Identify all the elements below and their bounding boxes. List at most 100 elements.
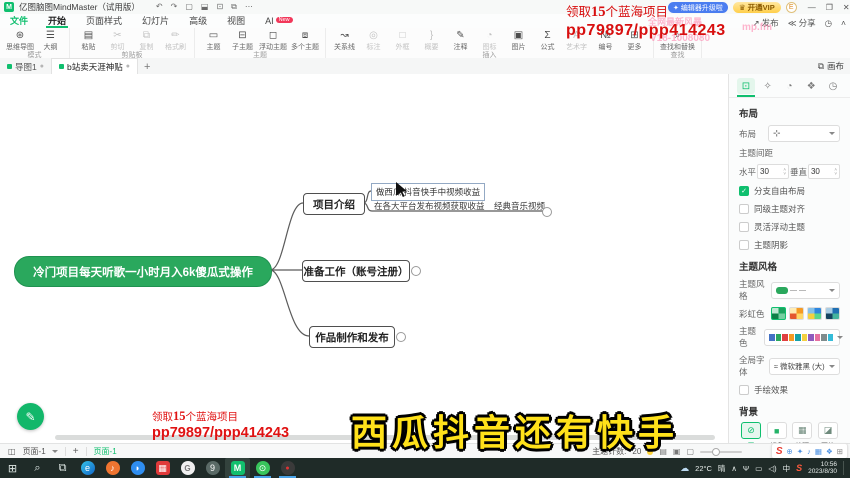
collapse-indicator[interactable] bbox=[411, 266, 421, 276]
theme-style-dropdown[interactable] bbox=[771, 282, 840, 299]
recorder-taskbar-icon[interactable]: ● bbox=[275, 458, 300, 478]
rainbow-palette-4[interactable] bbox=[825, 307, 840, 320]
sogou-tray-icon[interactable]: S bbox=[796, 463, 802, 473]
search-button[interactable]: ⌕ bbox=[25, 458, 50, 478]
edge-browser-icon[interactable]: e bbox=[75, 458, 100, 478]
rainbow-palette-3[interactable] bbox=[807, 307, 822, 320]
central-topic[interactable]: 冷门项目每天听歌一小时月入6k傻瓜式操作 bbox=[14, 256, 272, 287]
ribbon-callout-button[interactable]: ◎ 标注 bbox=[360, 30, 387, 52]
branch-topic-production[interactable]: 作品制作和发布 bbox=[309, 326, 395, 348]
new-file-icon[interactable]: ▢ bbox=[185, 0, 193, 14]
browser-app-icon[interactable]: ◗ bbox=[125, 458, 150, 478]
vip-button[interactable]: ♛ 开通VIP bbox=[733, 2, 781, 13]
ribbon-summary-button[interactable]: } 概要 bbox=[418, 30, 445, 52]
ribbon-format-painter-button[interactable]: ✏ 格式刷 bbox=[162, 30, 189, 52]
upgrade-badge[interactable]: ✦ 编辑器升级啦 bbox=[668, 2, 728, 13]
layout-dropdown[interactable]: ⊹ bbox=[768, 125, 840, 142]
ime-language-indicator[interactable]: 中 bbox=[783, 463, 791, 474]
ribbon-image-button[interactable]: ▣ 图片 bbox=[505, 30, 532, 52]
weather-temp[interactable]: 22°C bbox=[695, 464, 712, 473]
music-app-icon[interactable]: ♪ bbox=[100, 458, 125, 478]
minimize-button[interactable]: — bbox=[808, 3, 816, 12]
new-doc-tab-button[interactable]: + bbox=[144, 60, 150, 74]
theme-color-dropdown[interactable] bbox=[764, 329, 840, 346]
sogou-logo-icon[interactable]: S bbox=[776, 446, 783, 457]
page-overview-icon[interactable]: ◫ bbox=[8, 447, 16, 456]
rainbow-palette-1[interactable] bbox=[771, 307, 786, 320]
ribbon-marker-button[interactable]: ◔ 图标 bbox=[476, 30, 503, 52]
ribbon-formula-button[interactable]: Σ 公式 bbox=[534, 30, 561, 52]
account-avatar[interactable]: E bbox=[786, 2, 797, 13]
ime-tool-icon[interactable]: ✦ bbox=[797, 447, 803, 456]
canvas-panel-button[interactable]: ⧉ 画布 bbox=[818, 60, 844, 72]
ime-mic-icon[interactable]: ♪ bbox=[807, 447, 811, 456]
collapse-indicator[interactable] bbox=[396, 332, 406, 342]
format-tool-app-icon[interactable]: G bbox=[175, 458, 200, 478]
doc-tab-1[interactable]: 导图1 ● bbox=[0, 59, 51, 74]
layout-tab[interactable]: ⊡ bbox=[737, 78, 755, 94]
page-tab-active[interactable]: 页面-1 bbox=[94, 446, 117, 457]
save-icon[interactable]: ⊡ bbox=[216, 0, 223, 14]
add-page-button[interactable]: + bbox=[73, 446, 79, 457]
start-button[interactable]: ⊞ bbox=[0, 458, 25, 478]
ribbon-paste-button[interactable]: ▤ 粘贴 bbox=[75, 30, 102, 52]
menu-tab-page-style[interactable]: 页面样式 bbox=[76, 14, 132, 28]
tray-expand-icon[interactable]: ∧ bbox=[731, 464, 737, 473]
ime-tool-icon[interactable]: ⊕ bbox=[787, 447, 793, 456]
mindmap-canvas[interactable]: 冷门项目每天听歌一小时月入6k傻瓜式操作 项目介绍 做西瓜 抖音快手中视频收益 … bbox=[0, 74, 728, 443]
history-icon[interactable]: ◷ bbox=[825, 18, 832, 29]
global-font-dropdown[interactable]: ≈ 微软雅黑 (大) bbox=[769, 358, 840, 375]
tray-volume-icon[interactable]: ◁) bbox=[768, 464, 776, 473]
style-tab[interactable]: ✧ bbox=[759, 78, 777, 94]
weather-cloud-icon[interactable]: ☁ bbox=[680, 463, 689, 474]
rainbow-palette-2[interactable] bbox=[789, 307, 804, 320]
menu-tab-view[interactable]: 视图 bbox=[217, 14, 255, 28]
ribbon-boundary-button[interactable]: □ 外框 bbox=[389, 30, 416, 52]
ribbon-mindmap-button[interactable]: ⊛ 思维导图 bbox=[5, 30, 35, 52]
ribbon-note-button[interactable]: ✎ 注释 bbox=[447, 30, 474, 52]
menu-tab-file[interactable]: 文件 bbox=[0, 14, 38, 28]
mindmaster-taskbar-icon[interactable]: M bbox=[225, 458, 250, 478]
branch-topic-preparation[interactable]: 准备工作（账号注册） bbox=[302, 260, 410, 282]
menu-tab-slides[interactable]: 幻灯片 bbox=[132, 14, 179, 28]
subtopic-platforms[interactable]: 在各大平台发布视频获取收益 bbox=[374, 200, 485, 212]
subtopic-classic-music[interactable]: 经典音乐视频 bbox=[494, 200, 545, 212]
open-file-icon[interactable]: ⬓ bbox=[201, 0, 209, 14]
tray-mic-icon[interactable]: Ψ bbox=[743, 464, 749, 473]
nine-app-icon[interactable]: 9 bbox=[200, 458, 225, 478]
theme-tab[interactable]: ❖ bbox=[802, 78, 820, 94]
checkbox-align-siblings[interactable]: 同级主题对齐 bbox=[739, 203, 840, 215]
ribbon-topic-button[interactable]: ▭ 主题 bbox=[200, 30, 227, 52]
collapse-indicator[interactable] bbox=[542, 207, 552, 217]
checkbox-branch-free-layout[interactable]: ✓ 分支自由布局 bbox=[739, 185, 840, 197]
ribbon-relationship-button[interactable]: ↝ 关系线 bbox=[331, 30, 358, 52]
menu-tab-home[interactable]: 开始 bbox=[38, 14, 76, 28]
maximize-button[interactable]: ❐ bbox=[826, 3, 833, 12]
horizontal-spacing-input[interactable]: 30 ˄˅ bbox=[757, 164, 789, 179]
assistant-float-button[interactable]: ✎ bbox=[17, 403, 44, 430]
export-icon[interactable]: ⧉ bbox=[231, 0, 237, 14]
ribbon-floating-topic-button[interactable]: ◻ 浮动主题 bbox=[258, 30, 288, 52]
ribbon-cut-button[interactable]: ✂ 剪切 bbox=[104, 30, 131, 52]
checkbox-hand-drawn[interactable]: 手绘效果 bbox=[739, 384, 840, 396]
stepper-icon[interactable]: ˄˅ bbox=[783, 168, 786, 176]
collapse-ribbon-icon[interactable]: ˄ bbox=[841, 18, 846, 28]
clock[interactable]: 10:56 2023/8/30 bbox=[808, 461, 837, 475]
weather-condition[interactable]: 晴 bbox=[718, 463, 726, 474]
vertical-spacing-input[interactable]: 30 ˄˅ bbox=[808, 164, 840, 179]
wechat-taskbar-icon[interactable]: ⊙ bbox=[250, 458, 275, 478]
ribbon-subtopic-button[interactable]: ⊟ 子主题 bbox=[229, 30, 256, 52]
checkbox-topic-shadow[interactable]: 主题阴影 bbox=[739, 239, 840, 251]
doc-tab-2-active[interactable]: b站卖天涯神贴 ● bbox=[51, 58, 138, 74]
ime-skin-icon[interactable]: ❖ bbox=[826, 447, 833, 456]
ribbon-copy-button[interactable]: ⧉ 复制 bbox=[133, 30, 160, 52]
ime-grid-icon[interactable]: ⊞ bbox=[837, 447, 843, 456]
menu-tab-advanced[interactable]: 高级 bbox=[179, 14, 217, 28]
close-button[interactable]: ✕ bbox=[843, 3, 850, 12]
checkbox-flexible-floating[interactable]: 灵活浮动主题 bbox=[739, 221, 840, 233]
reader-app-icon[interactable]: ▦ bbox=[150, 458, 175, 478]
more-icon[interactable]: ⋯ bbox=[245, 0, 253, 14]
page-selector[interactable]: 页面-1 bbox=[23, 446, 58, 457]
undo-icon[interactable]: ↶ bbox=[156, 0, 163, 14]
tray-display-icon[interactable]: ▭ bbox=[755, 464, 762, 473]
